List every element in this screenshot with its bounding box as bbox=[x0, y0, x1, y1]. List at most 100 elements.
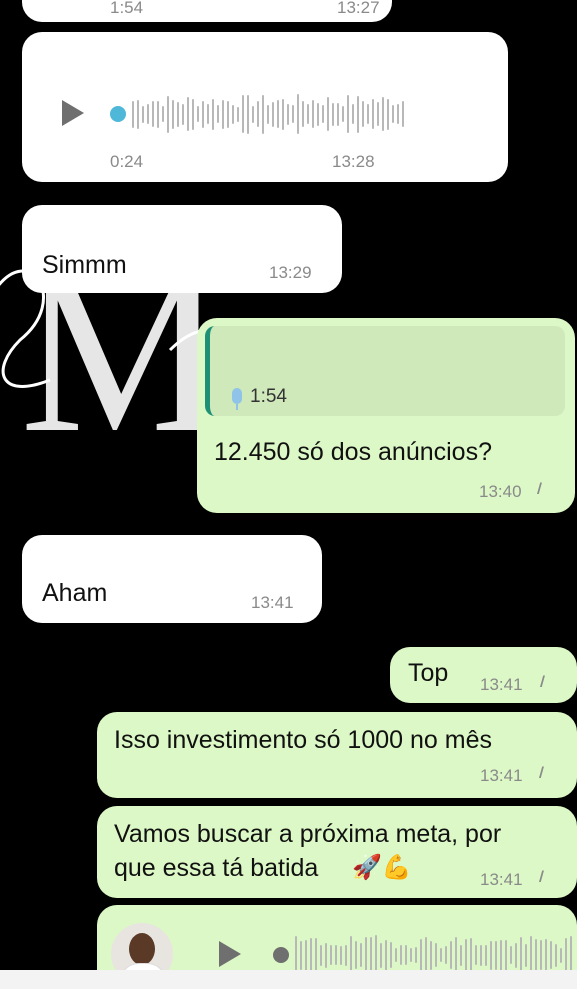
waveform-bar bbox=[520, 936, 522, 970]
waveform-bar bbox=[295, 935, 297, 970]
waveform-bar bbox=[237, 106, 239, 122]
waveform-bar bbox=[430, 940, 432, 970]
waveform-bar bbox=[455, 937, 457, 970]
waveform-bar bbox=[555, 943, 557, 967]
message-time: 13:27 bbox=[337, 0, 380, 17]
double-check-icon: // bbox=[539, 765, 543, 782]
waveform-bar bbox=[162, 106, 164, 122]
waveform-bar bbox=[505, 939, 507, 970]
waveform-bar bbox=[490, 940, 492, 970]
message-bubble-outgoing[interactable]: Top 13:41 // bbox=[390, 647, 577, 703]
waveform-bar bbox=[312, 100, 314, 128]
waveform-bar bbox=[540, 940, 542, 970]
waveform-bar bbox=[257, 101, 259, 127]
play-icon[interactable] bbox=[62, 100, 84, 126]
waveform-bar bbox=[315, 937, 317, 970]
waveform-bar bbox=[310, 937, 312, 970]
waveform-bar bbox=[137, 99, 139, 129]
message-time: 13:41 bbox=[480, 766, 523, 785]
waveform-bar bbox=[410, 948, 412, 962]
waveform-bar bbox=[450, 941, 452, 969]
waveform-bar bbox=[357, 95, 359, 133]
waveform-bar bbox=[345, 944, 347, 966]
waveform-bar bbox=[227, 100, 229, 128]
waveform-bar bbox=[560, 947, 562, 963]
waveform-bar bbox=[365, 936, 367, 970]
message-time: 13:28 bbox=[332, 152, 375, 171]
waveform-bar bbox=[377, 102, 379, 126]
waveform-bar bbox=[307, 104, 309, 124]
message-bubble-outgoing[interactable]: Vamos buscar a próxima meta, por que ess… bbox=[97, 806, 577, 898]
waveform-bar bbox=[480, 944, 482, 966]
waveform-bar bbox=[272, 101, 274, 127]
waveform-bar bbox=[415, 947, 417, 963]
waveform-bar bbox=[440, 948, 442, 962]
quoted-audio-duration: 1:54 bbox=[250, 386, 287, 407]
waveform-bar bbox=[292, 105, 294, 123]
waveform-bar bbox=[207, 104, 209, 124]
message-bubble-outgoing[interactable]: Isso investimento só 1000 no mês 13:41 /… bbox=[97, 712, 577, 798]
waveform-bar bbox=[500, 939, 502, 970]
waveform-bar bbox=[320, 944, 322, 966]
play-icon[interactable] bbox=[219, 941, 241, 967]
progress-dot[interactable] bbox=[110, 106, 126, 122]
message-time: 13:41 bbox=[251, 593, 294, 612]
waveform-bar bbox=[217, 105, 219, 123]
waveform-bar bbox=[465, 939, 467, 970]
waveform-bar bbox=[550, 941, 552, 969]
progress-dot[interactable] bbox=[273, 947, 289, 963]
audio-message-incoming[interactable]: 0:24 13:28 bbox=[22, 32, 508, 182]
waveform-bar bbox=[335, 945, 337, 965]
message-bubble-partial[interactable]: 1:54 13:27 bbox=[22, 0, 392, 22]
double-check-icon: // bbox=[540, 674, 544, 691]
waveform-bar bbox=[570, 935, 572, 970]
double-check-icon: // bbox=[539, 869, 543, 886]
waveform-bar bbox=[475, 945, 477, 965]
double-check-icon: // bbox=[537, 481, 541, 498]
audio-waveform[interactable] bbox=[132, 92, 404, 136]
waveform-bar bbox=[302, 101, 304, 127]
waveform-bar bbox=[355, 941, 357, 969]
audio-duration: 0:24 bbox=[110, 152, 144, 171]
waveform-bar bbox=[222, 99, 224, 129]
waveform-bar bbox=[390, 942, 392, 968]
waveform-bar bbox=[300, 940, 302, 970]
waveform-bar bbox=[397, 104, 399, 124]
waveform-bar bbox=[317, 102, 319, 126]
waveform-bar bbox=[287, 103, 289, 125]
waveform-bar bbox=[202, 100, 204, 128]
waveform-bar bbox=[380, 942, 382, 968]
waveform-bar bbox=[535, 939, 537, 970]
audio-waveform[interactable] bbox=[295, 933, 572, 970]
message-time: 13:41 bbox=[480, 870, 523, 889]
audio-duration: 1:54 bbox=[110, 0, 144, 17]
waveform-bar bbox=[142, 105, 144, 123]
waveform-bar bbox=[325, 942, 327, 968]
waveform-bar bbox=[172, 99, 174, 129]
waveform-bar bbox=[375, 935, 377, 970]
avatar bbox=[111, 923, 173, 970]
waveform-bar bbox=[182, 103, 184, 125]
waveform-bar bbox=[385, 939, 387, 970]
chat-area[interactable]: M 1:54 13:27 0:24 13:28 Simmm 13:29 1:54… bbox=[0, 0, 577, 970]
waveform-bar bbox=[460, 944, 462, 966]
waveform-bar bbox=[387, 98, 389, 130]
waveform-bar bbox=[187, 97, 189, 131]
waveform-bar bbox=[485, 944, 487, 966]
waveform-bar bbox=[147, 104, 149, 124]
message-text: Simmm bbox=[42, 251, 127, 279]
audio-message-outgoing[interactable] bbox=[97, 905, 577, 970]
waveform-bar bbox=[565, 938, 567, 970]
waveform-bar bbox=[360, 943, 362, 967]
waveform-bar bbox=[305, 939, 307, 970]
waveform-bar bbox=[395, 948, 397, 962]
message-bubble[interactable]: Simmm 13:29 bbox=[22, 205, 342, 293]
waveform-bar bbox=[405, 945, 407, 965]
quoted-audio[interactable]: 1:54 bbox=[205, 326, 565, 416]
reply-message-outgoing[interactable]: 1:54 12.450 só dos anúncios? 13:40 // bbox=[197, 318, 575, 513]
waveform-bar bbox=[392, 105, 394, 123]
message-text-line2: que essa tá batida bbox=[114, 854, 319, 882]
waveform-bar bbox=[322, 105, 324, 123]
message-bubble[interactable]: Aham 13:41 bbox=[22, 535, 322, 623]
message-text: Isso investimento só 1000 no mês bbox=[114, 726, 492, 754]
